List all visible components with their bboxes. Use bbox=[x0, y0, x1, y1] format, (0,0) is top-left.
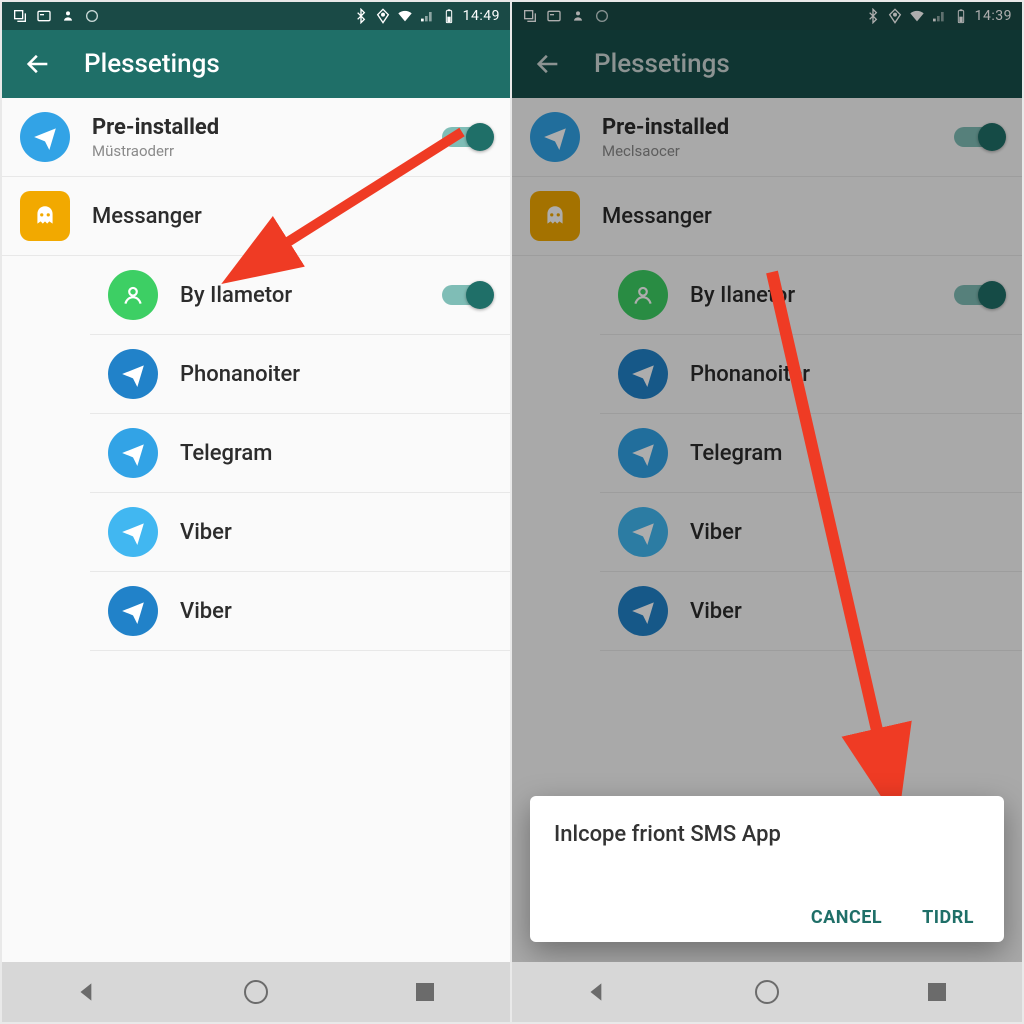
toolbar: Plessetings bbox=[2, 30, 510, 98]
nav-bar bbox=[512, 962, 1022, 1022]
location-icon bbox=[375, 8, 391, 24]
toggle-switch[interactable] bbox=[442, 285, 492, 305]
app-name: Messanger bbox=[92, 204, 492, 229]
app-name: Telegram bbox=[180, 441, 492, 466]
signal-icon bbox=[419, 8, 435, 24]
nav-recents[interactable] bbox=[385, 972, 465, 1012]
nav-bar bbox=[2, 962, 510, 1022]
nav-back[interactable] bbox=[47, 972, 127, 1012]
app-name: Phonanoiter bbox=[180, 362, 492, 387]
screenshot-right: 14:39 Plessetings Pre-installedMeclsaoce… bbox=[512, 0, 1024, 1024]
app-name: Viber bbox=[180, 520, 492, 545]
screenshot-icon bbox=[12, 8, 28, 24]
dialog-ok-button[interactable]: TIDRL bbox=[922, 907, 974, 928]
app-name: Pre-installed bbox=[92, 115, 420, 140]
plane-icon bbox=[108, 428, 158, 478]
app-row[interactable]: Phonanoiter bbox=[90, 335, 510, 414]
app-list: Pre-installed Müstraoderr Messanger By Ilam… bbox=[2, 98, 510, 651]
ghost-icon bbox=[20, 191, 70, 241]
nav-back[interactable] bbox=[557, 972, 637, 1012]
app-row[interactable]: Pre-installed Müstraoderr bbox=[2, 98, 510, 177]
plane-icon bbox=[108, 349, 158, 399]
battery-icon bbox=[441, 8, 457, 24]
dialog-cancel-button[interactable]: CANCEL bbox=[811, 907, 882, 928]
app-row[interactable]: Viber bbox=[90, 493, 510, 572]
screenshot-left: 14:49 Plessetings Pre-installed Müstraode… bbox=[0, 0, 512, 1024]
wifi-icon bbox=[397, 8, 413, 24]
app-row[interactable]: Messanger bbox=[2, 177, 510, 256]
nav-recents[interactable] bbox=[897, 972, 977, 1012]
contact-icon bbox=[60, 8, 76, 24]
card-icon bbox=[36, 8, 52, 24]
app-name: By Ilametor bbox=[180, 283, 420, 308]
page-title: Plessetings bbox=[84, 49, 220, 79]
toggle-switch[interactable] bbox=[442, 127, 492, 147]
app-row[interactable]: Viber bbox=[90, 572, 510, 651]
app-name: Viber bbox=[180, 599, 492, 624]
app-row[interactable]: Telegram bbox=[90, 414, 510, 493]
nav-home[interactable] bbox=[727, 972, 807, 1012]
person-icon bbox=[108, 270, 158, 320]
bluetooth-icon bbox=[353, 8, 369, 24]
nav-home[interactable] bbox=[216, 972, 296, 1012]
plane-icon bbox=[20, 112, 70, 162]
plane-icon bbox=[108, 507, 158, 557]
clock-text: 14:49 bbox=[463, 8, 500, 24]
status-bar: 14:49 bbox=[2, 2, 510, 30]
plane-icon bbox=[108, 586, 158, 636]
sync-icon bbox=[84, 8, 100, 24]
app-subtitle: Müstraoderr bbox=[92, 142, 420, 160]
confirm-dialog: Inlcope friont SMS App CANCEL TIDRL bbox=[530, 796, 1004, 942]
back-button[interactable] bbox=[20, 46, 56, 82]
app-row[interactable]: By Ilametor bbox=[90, 256, 510, 335]
dialog-title: Inlcope friont SMS App bbox=[554, 822, 980, 847]
